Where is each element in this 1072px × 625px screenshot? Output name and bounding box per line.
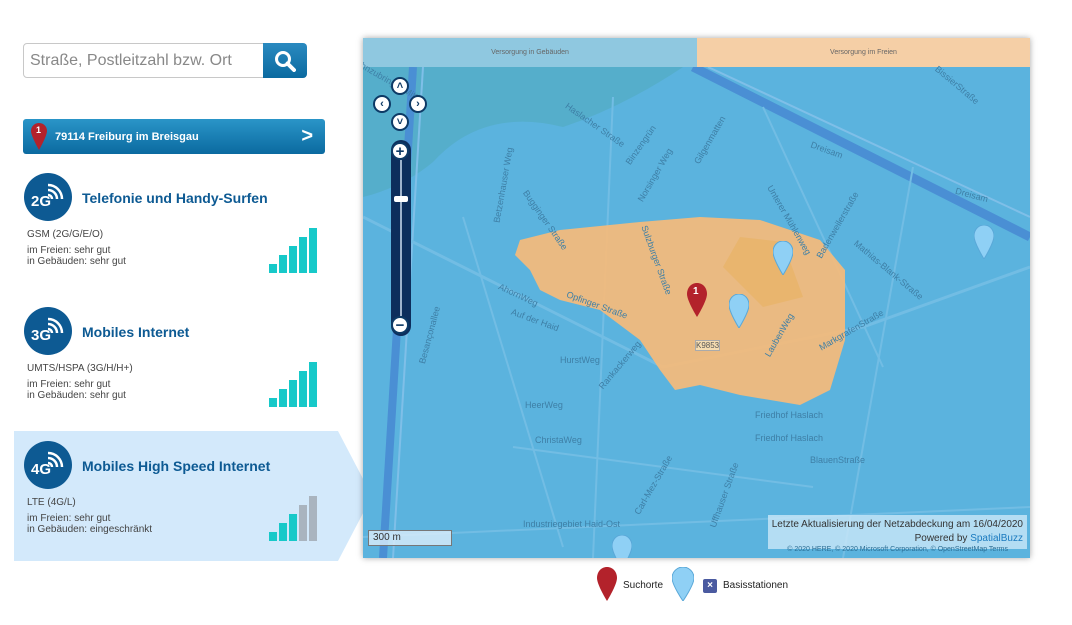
base-station-pin-icon — [672, 567, 694, 601]
base-station-pin-icon[interactable] — [973, 224, 995, 264]
pan-down-button[interactable]: ˅ — [391, 113, 409, 131]
signal-bar — [269, 398, 277, 407]
signal-bar — [279, 389, 287, 407]
search-location-pin-icon — [597, 567, 617, 601]
base-station-pin-icon[interactable] — [772, 240, 794, 280]
legend-search-locations: Suchorte — [623, 580, 664, 591]
signal-bar — [309, 496, 317, 541]
powered-by: Powered by — [914, 533, 968, 544]
signal-bar — [299, 237, 307, 273]
search-input[interactable] — [23, 43, 264, 78]
pan-left-button[interactable]: ‹ — [373, 95, 391, 113]
search-location-pin-icon[interactable]: 1 — [687, 283, 707, 322]
zoom-slider[interactable] — [391, 140, 411, 336]
map-info-box: Letzte Aktualisierung der Netzabdeckung … — [767, 515, 1027, 549]
indoor-quality: in Gebäuden: sehr gut — [27, 256, 126, 267]
signal-bar — [309, 228, 317, 273]
street-label: BlauenStraße — [810, 455, 866, 465]
4g-badge-icon: 4G — [24, 441, 72, 489]
map-copyright: © 2020 HERE, © 2020 Microsoft Corporatio… — [787, 546, 1008, 553]
legend-base-stations: Basisstationen — [723, 580, 789, 591]
street-label: Industriegebiet Haid-Ost — [523, 519, 621, 529]
network-section-4g[interactable]: 4G Mobiles High Speed Internet LTE (4G/L… — [14, 431, 372, 561]
pan-right-button[interactable]: › — [409, 95, 427, 113]
chevron-right-icon: > — [301, 125, 313, 147]
3g-badge-icon: 3G — [24, 307, 72, 355]
network-title: Telefonie und Handy-Surfen — [82, 190, 268, 206]
tab-indoor[interactable]: Versorgung in Gebäuden — [363, 38, 697, 67]
signal-bar — [279, 523, 287, 541]
zoom-in-button[interactable]: + — [391, 142, 409, 160]
pin-number: 1 — [36, 125, 42, 135]
network-title: Mobiles High Speed Internet — [82, 458, 271, 474]
tab-outdoor[interactable]: Versorgung im Freien — [697, 38, 1030, 67]
signal-bar — [289, 246, 297, 273]
street-label: Friedhof Haslach — [755, 410, 824, 420]
signal-strength-indicator — [269, 495, 317, 541]
outdoor-quality: im Freien: sehr gut — [27, 379, 111, 390]
base-station-pin-icon[interactable] — [611, 534, 633, 558]
outdoor-quality: im Freien: sehr gut — [27, 245, 111, 256]
street-label: HeerWeg — [525, 400, 563, 410]
base-station-pin-icon[interactable] — [728, 293, 750, 333]
signal-strength-indicator — [269, 227, 317, 273]
network-title: Mobiles Internet — [82, 324, 190, 340]
signal-bar — [269, 264, 277, 273]
street-label: K9853 — [695, 340, 721, 351]
network-technology: LTE (4G/L) — [27, 497, 76, 508]
search-icon — [275, 50, 296, 72]
street-label: HurstWeg — [560, 355, 600, 365]
outdoor-quality: im Freien: sehr gut — [27, 513, 111, 524]
coverage-map[interactable]: Versorgung in Gebäuden Versorgung im Fre… — [363, 38, 1030, 558]
signal-bar — [299, 371, 307, 407]
signal-bar — [289, 380, 297, 407]
search-button[interactable] — [263, 43, 307, 78]
location-label: 79114 Freiburg im Breisgau — [55, 130, 199, 143]
zoom-handle[interactable] — [394, 196, 408, 202]
location-result-button[interactable]: 1 79114 Freiburg im Breisgau > — [23, 119, 325, 154]
network-technology: UMTS/HSPA (3G/H/H+) — [27, 363, 133, 374]
signal-bar — [289, 514, 297, 541]
signal-strength-indicator — [269, 361, 317, 407]
street-label: Friedhof Haslach — [755, 433, 824, 443]
update-text: Letzte Aktualisierung der Netzabdeckung … — [771, 519, 1023, 530]
2g-badge-icon: 2G — [24, 173, 72, 221]
indoor-quality: in Gebäuden: sehr gut — [27, 390, 126, 401]
map-scale: 300 m — [368, 530, 452, 546]
network-technology: GSM (2G/G/E/O) — [27, 229, 104, 240]
signal-bar — [279, 255, 287, 273]
street-label: ChristaWeg — [535, 435, 582, 445]
network-section-3g[interactable]: 3G Mobiles Internet UMTS/HSPA (3G/H/H+) … — [14, 307, 338, 437]
signal-bar — [299, 505, 307, 541]
network-section-2g[interactable]: 2G Telefonie und Handy-Surfen GSM (2G/G/… — [14, 173, 338, 303]
signal-bar — [309, 362, 317, 407]
spatialbuzz-link[interactable]: SpatialBuzz — [970, 533, 1023, 544]
zoom-out-button[interactable]: − — [391, 316, 409, 334]
indoor-quality: in Gebäuden: eingeschränkt — [27, 524, 153, 535]
pan-up-button[interactable]: ˄ — [391, 77, 409, 95]
base-stations-checkbox[interactable]: × — [703, 579, 717, 593]
signal-bar — [269, 532, 277, 541]
